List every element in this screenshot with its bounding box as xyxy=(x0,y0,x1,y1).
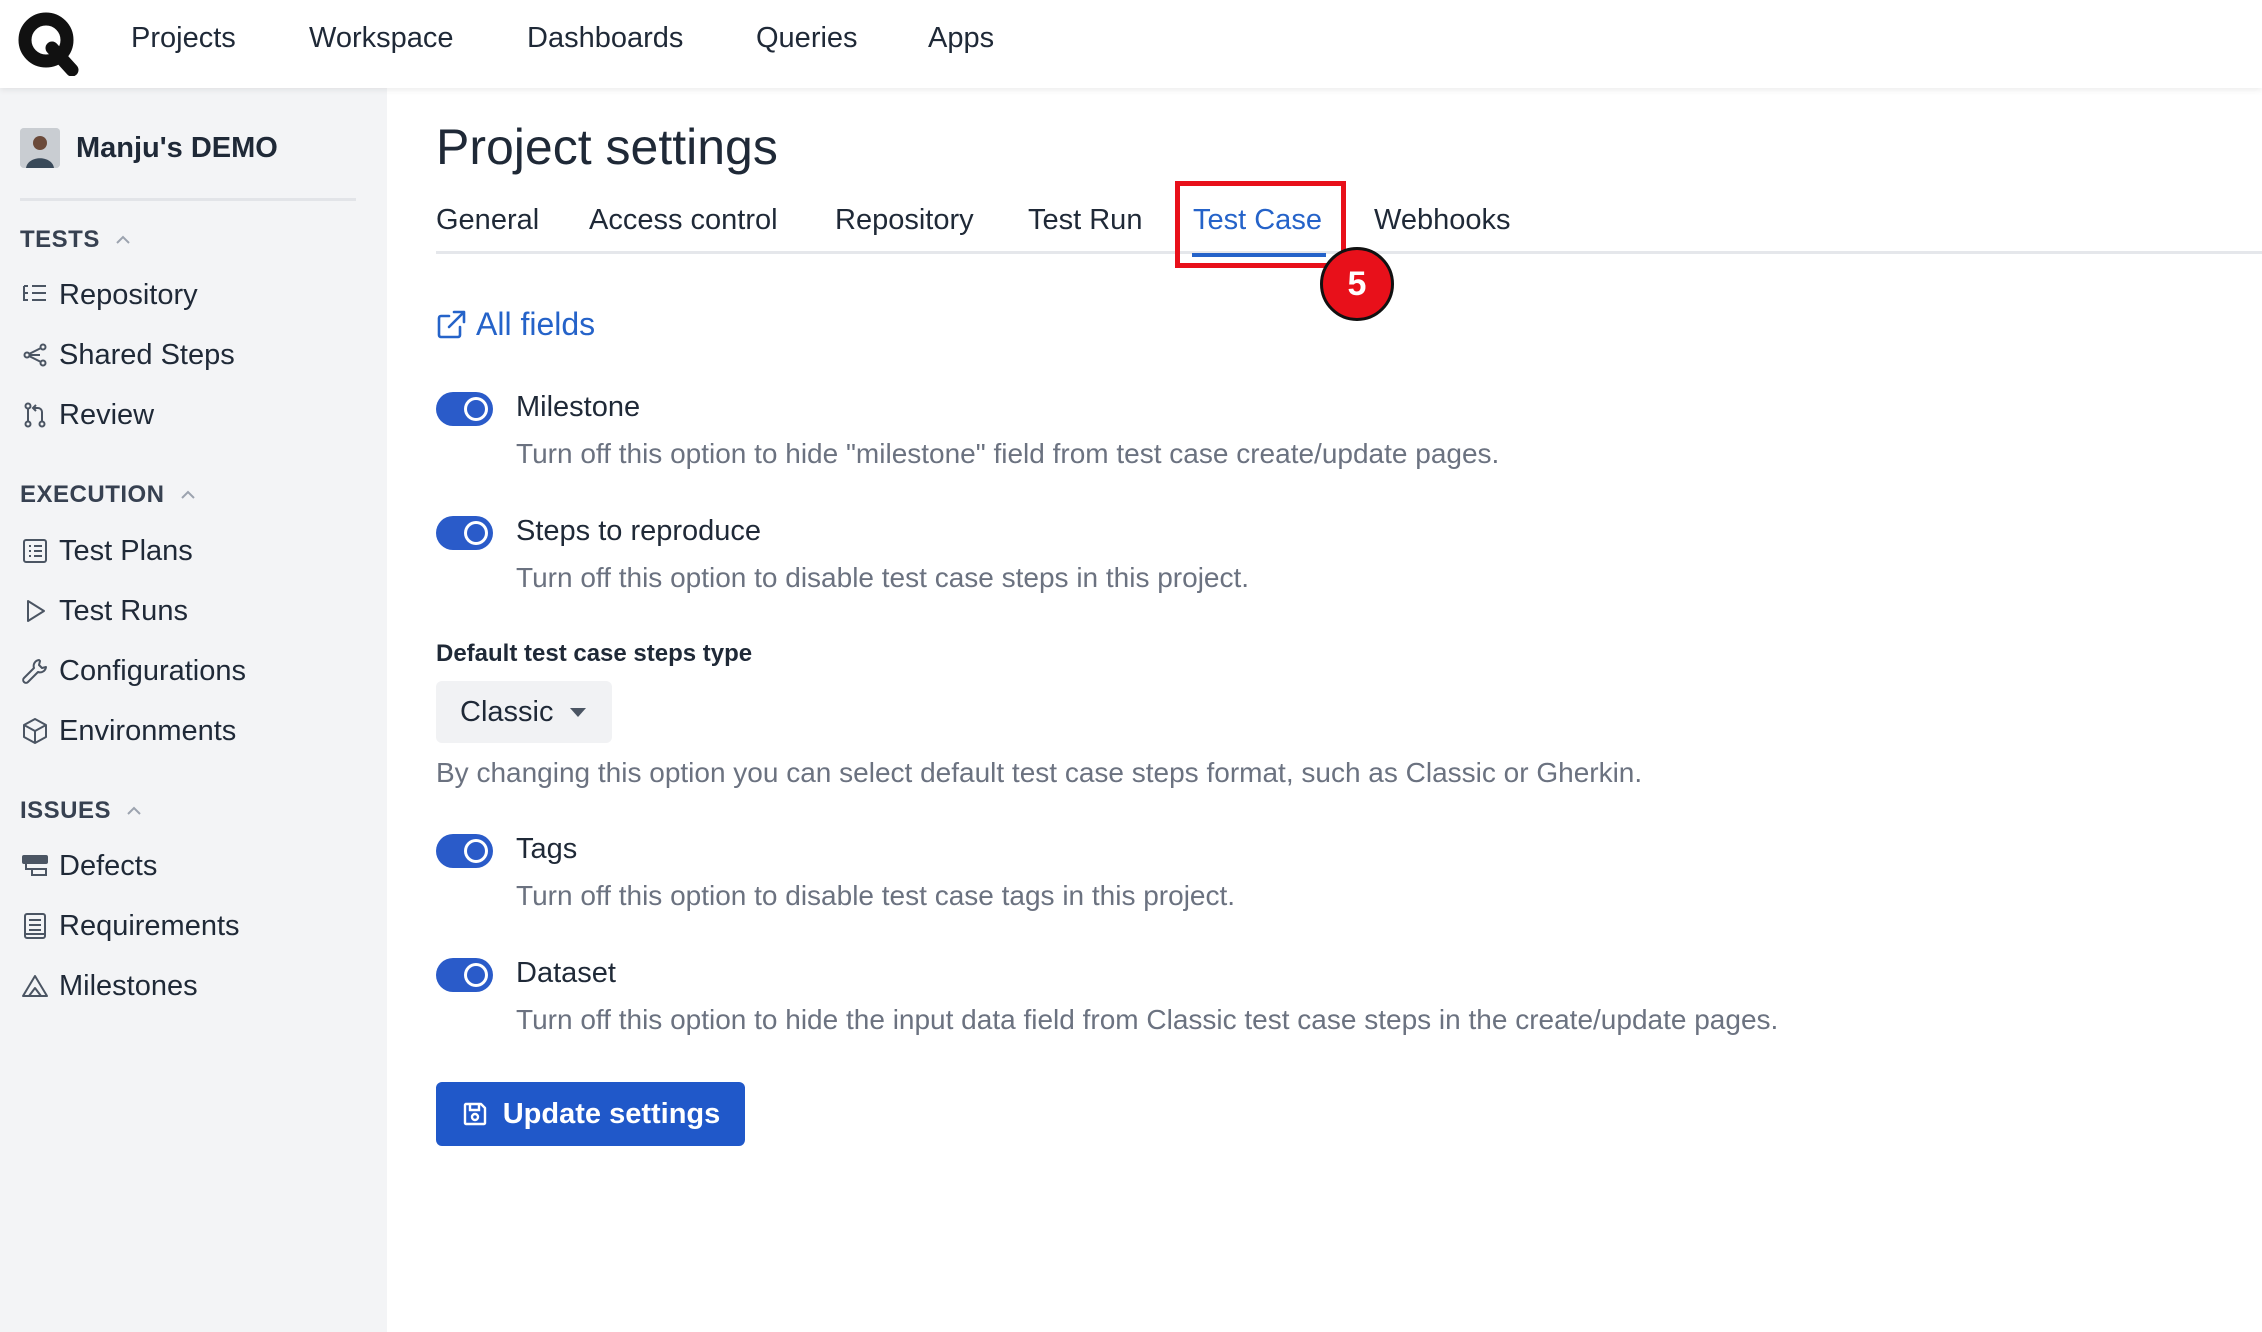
section-label: EXECUTION xyxy=(20,481,165,508)
tab-access-control[interactable]: Access control xyxy=(589,204,778,237)
sidebar-item-environments[interactable]: Environments xyxy=(20,711,236,751)
sidebar-item-label: Milestones xyxy=(59,969,198,1002)
sidebar-item-label: Shared Steps xyxy=(59,338,235,371)
dataset-toggle[interactable] xyxy=(436,958,493,992)
qase-logo-icon[interactable] xyxy=(16,10,82,76)
all-fields-label: All fields xyxy=(476,306,596,342)
wrench-icon xyxy=(22,659,47,684)
section-execution-heading[interactable]: EXECUTION xyxy=(20,481,197,509)
tab-repository[interactable]: Repository xyxy=(835,204,974,237)
milestone-icon xyxy=(22,975,48,997)
test-plans-icon xyxy=(23,539,47,563)
section-label: ISSUES xyxy=(20,797,112,824)
nav-dashboards[interactable]: Dashboards xyxy=(527,22,683,55)
sidebar-item-review[interactable]: Review xyxy=(20,395,154,435)
tab-webhooks[interactable]: Webhooks xyxy=(1374,204,1511,237)
avatar xyxy=(20,128,60,168)
steps-type-label: Default test case steps type xyxy=(436,640,753,667)
step-badge: 5 xyxy=(1320,247,1394,321)
steps-to-reproduce-description: Turn off this option to disable test cas… xyxy=(516,562,1250,593)
sidebar-item-label: Requirements xyxy=(59,909,240,942)
nav-projects[interactable]: Projects xyxy=(131,22,236,55)
sidebar-item-defects[interactable]: Defects xyxy=(20,846,157,886)
dataset-description: Turn off this option to hide the input d… xyxy=(516,1004,1779,1035)
steps-type-help: By changing this option you can select d… xyxy=(436,757,1643,788)
nav-apps[interactable]: Apps xyxy=(928,22,994,55)
sidebar-item-requirements[interactable]: Requirements xyxy=(20,906,240,946)
sidebar-item-label: Test Plans xyxy=(59,534,193,567)
play-icon xyxy=(27,600,45,622)
nav-workspace[interactable]: Workspace xyxy=(309,22,454,55)
sidebar-item-milestones[interactable]: Milestones xyxy=(20,966,198,1006)
all-fields-link[interactable]: All fields xyxy=(434,306,595,343)
requirements-icon xyxy=(24,913,46,939)
sidebar-item-test-runs[interactable]: Test Runs xyxy=(20,591,188,631)
tags-description: Turn off this option to disable test cas… xyxy=(516,880,1236,911)
dataset-label: Dataset xyxy=(516,957,616,989)
sidebar: Manju's DEMO TESTS Repository Shared Ste… xyxy=(0,88,387,1332)
sidebar-item-configurations[interactable]: Configurations xyxy=(20,651,246,691)
repository-icon xyxy=(23,285,46,301)
tab-test-run[interactable]: Test Run xyxy=(1028,204,1142,237)
update-settings-button[interactable]: Update settings xyxy=(436,1082,745,1146)
chevron-up-icon xyxy=(180,490,195,499)
sidebar-item-label: Repository xyxy=(59,278,198,311)
sidebar-item-label: Review xyxy=(59,398,155,431)
sidebar-item-repository[interactable]: Repository xyxy=(20,275,198,315)
sidebar-item-test-plans[interactable]: Test Plans xyxy=(20,531,193,571)
shared-steps-icon xyxy=(23,343,47,367)
milestone-label: Milestone xyxy=(516,391,641,423)
chevron-up-icon xyxy=(127,806,141,815)
sidebar-item-label: Test Runs xyxy=(59,594,188,627)
sidebar-divider xyxy=(20,198,356,201)
milestone-description: Turn off this option to hide "milestone"… xyxy=(516,438,1500,469)
chevron-up-icon xyxy=(116,235,130,244)
nav-queries[interactable]: Queries xyxy=(756,22,858,55)
page-title: Project settings xyxy=(436,119,778,175)
save-icon xyxy=(463,1102,486,1126)
external-link-icon xyxy=(437,310,466,338)
sidebar-item-label: Defects xyxy=(59,849,158,882)
section-tests-heading[interactable]: TESTS xyxy=(20,226,132,254)
section-label: TESTS xyxy=(20,226,100,253)
tags-toggle[interactable] xyxy=(436,834,493,868)
sidebar-item-shared-steps[interactable]: Shared Steps xyxy=(20,335,235,375)
highlight-box xyxy=(1175,181,1346,268)
cube-icon xyxy=(23,718,47,744)
tab-general[interactable]: General xyxy=(436,204,539,237)
steps-to-reproduce-label: Steps to reproduce xyxy=(516,515,762,547)
tags-label: Tags xyxy=(516,833,578,865)
section-issues-heading[interactable]: ISSUES xyxy=(20,797,143,825)
project-switcher[interactable]: Manju's DEMO xyxy=(20,126,278,170)
defects-icon xyxy=(22,855,48,876)
review-icon xyxy=(24,402,46,428)
milestone-toggle[interactable] xyxy=(436,392,493,426)
sidebar-item-label: Configurations xyxy=(59,654,246,687)
caret-down-icon xyxy=(570,708,586,717)
update-settings-label: Update settings xyxy=(502,1097,721,1130)
steps-type-value: Classic xyxy=(460,696,554,728)
steps-type-select[interactable]: Classic xyxy=(436,681,612,743)
steps-to-reproduce-toggle[interactable] xyxy=(436,516,493,550)
top-navbar: Projects Workspace Dashboards Queries Ap… xyxy=(0,0,2262,88)
project-name: Manju's DEMO xyxy=(76,131,278,164)
sidebar-item-label: Environments xyxy=(59,714,237,747)
